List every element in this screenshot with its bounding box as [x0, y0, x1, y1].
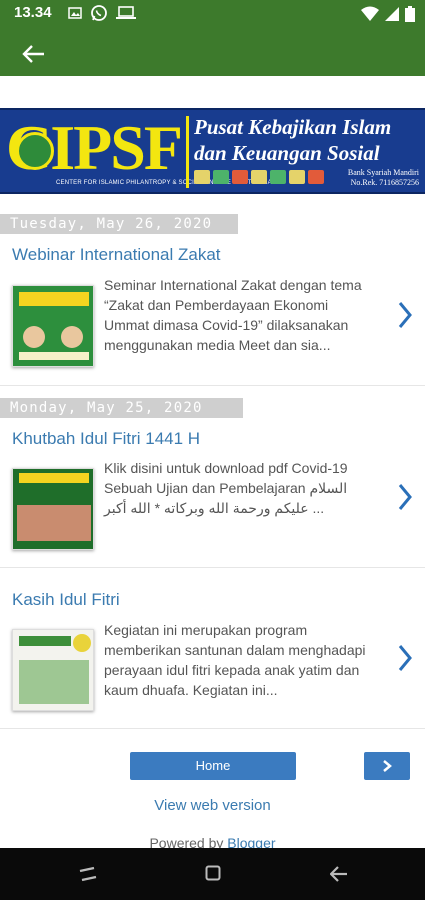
laptop-icon — [116, 6, 136, 19]
thumb-caption — [19, 352, 89, 360]
date-header: Monday, May 25, 2020 — [0, 398, 243, 418]
back-arrow-icon[interactable] — [22, 44, 46, 64]
battery-icon — [405, 6, 415, 22]
speaker-photo — [23, 326, 45, 348]
wifi-icon — [361, 6, 379, 21]
partner-logos — [194, 170, 324, 184]
partner-logo — [308, 170, 324, 184]
tagline-line-1: Pusat Kebajikan Islam — [194, 115, 392, 139]
gallery-icon — [68, 7, 82, 19]
next-page-button[interactable] — [364, 752, 410, 780]
post-title[interactable]: Kasih Idul Fitri — [12, 590, 120, 610]
status-bar: 13.34 — [0, 0, 425, 28]
home-button[interactable]: Home — [130, 752, 296, 780]
post-thumbnail[interactable] — [12, 629, 94, 711]
post-separator — [0, 385, 425, 386]
post-separator — [0, 728, 425, 729]
partner-logo — [289, 170, 305, 184]
post-thumbnail[interactable] — [12, 468, 94, 550]
thumb-banner — [19, 473, 89, 483]
chevron-right-icon[interactable] — [396, 643, 414, 673]
thumb-photo — [19, 660, 89, 704]
chevron-right-icon — [383, 760, 392, 772]
partner-logo — [194, 170, 210, 184]
post-title[interactable]: Webinar International Zakat — [12, 245, 221, 265]
status-time: 13.34 — [14, 4, 52, 21]
app-bar: 13.34 — [0, 0, 425, 76]
signal-icon — [385, 7, 399, 21]
bank-account: No.Rek. 7116857256 — [350, 178, 419, 187]
post-thumbnail[interactable] — [12, 285, 94, 367]
partner-logo — [232, 170, 248, 184]
bank-info: Bank Syariah Mandiri No.Rek. 7116857256 — [348, 168, 419, 188]
post-title[interactable]: Khutbah Idul Fitri 1441 H — [12, 429, 200, 449]
speaker-photo — [61, 326, 83, 348]
partner-logo — [270, 170, 286, 184]
thumb-logo — [73, 634, 91, 652]
post-snippet: Seminar International Zakat dengan tema … — [104, 277, 362, 353]
post-snippet: Kegiatan ini merupakan program memberika… — [104, 622, 366, 698]
chevron-right-icon[interactable] — [396, 482, 414, 512]
chevron-right-icon[interactable] — [396, 300, 414, 330]
post-snippet: Klik disini untuk download pdf Covid-19 … — [104, 460, 348, 516]
cipsf-logo: CIPSF CENTER FOR ISLAMIC PHILANTROPY & S… — [6, 116, 274, 188]
banner-tagline: Pusat Kebajikan Islam dan Keuangan Sosia… — [194, 114, 420, 166]
recents-icon[interactable] — [78, 865, 98, 883]
partner-logo — [213, 170, 229, 184]
post-separator — [0, 567, 425, 568]
system-nav-bar — [0, 848, 425, 900]
header-banner[interactable]: CIPSF CENTER FOR ISLAMIC PHILANTROPY & S… — [0, 108, 425, 194]
whatsapp-icon — [91, 5, 107, 21]
bank-name: Bank Syariah Mandiri — [347, 168, 419, 177]
thumb-banner — [19, 292, 89, 306]
date-header: Tuesday, May 26, 2020 — [0, 214, 238, 234]
home-nav-icon[interactable] — [205, 865, 221, 881]
back-nav-icon[interactable] — [330, 865, 348, 883]
view-web-version-link[interactable]: View web version — [0, 797, 425, 814]
banner-divider — [186, 116, 189, 188]
thumb-photo — [17, 505, 91, 541]
thumb-banner — [19, 636, 71, 646]
tagline-line-2: dan Keuangan Sosial — [194, 141, 380, 165]
partner-logo — [251, 170, 267, 184]
seal-icon — [16, 132, 54, 170]
